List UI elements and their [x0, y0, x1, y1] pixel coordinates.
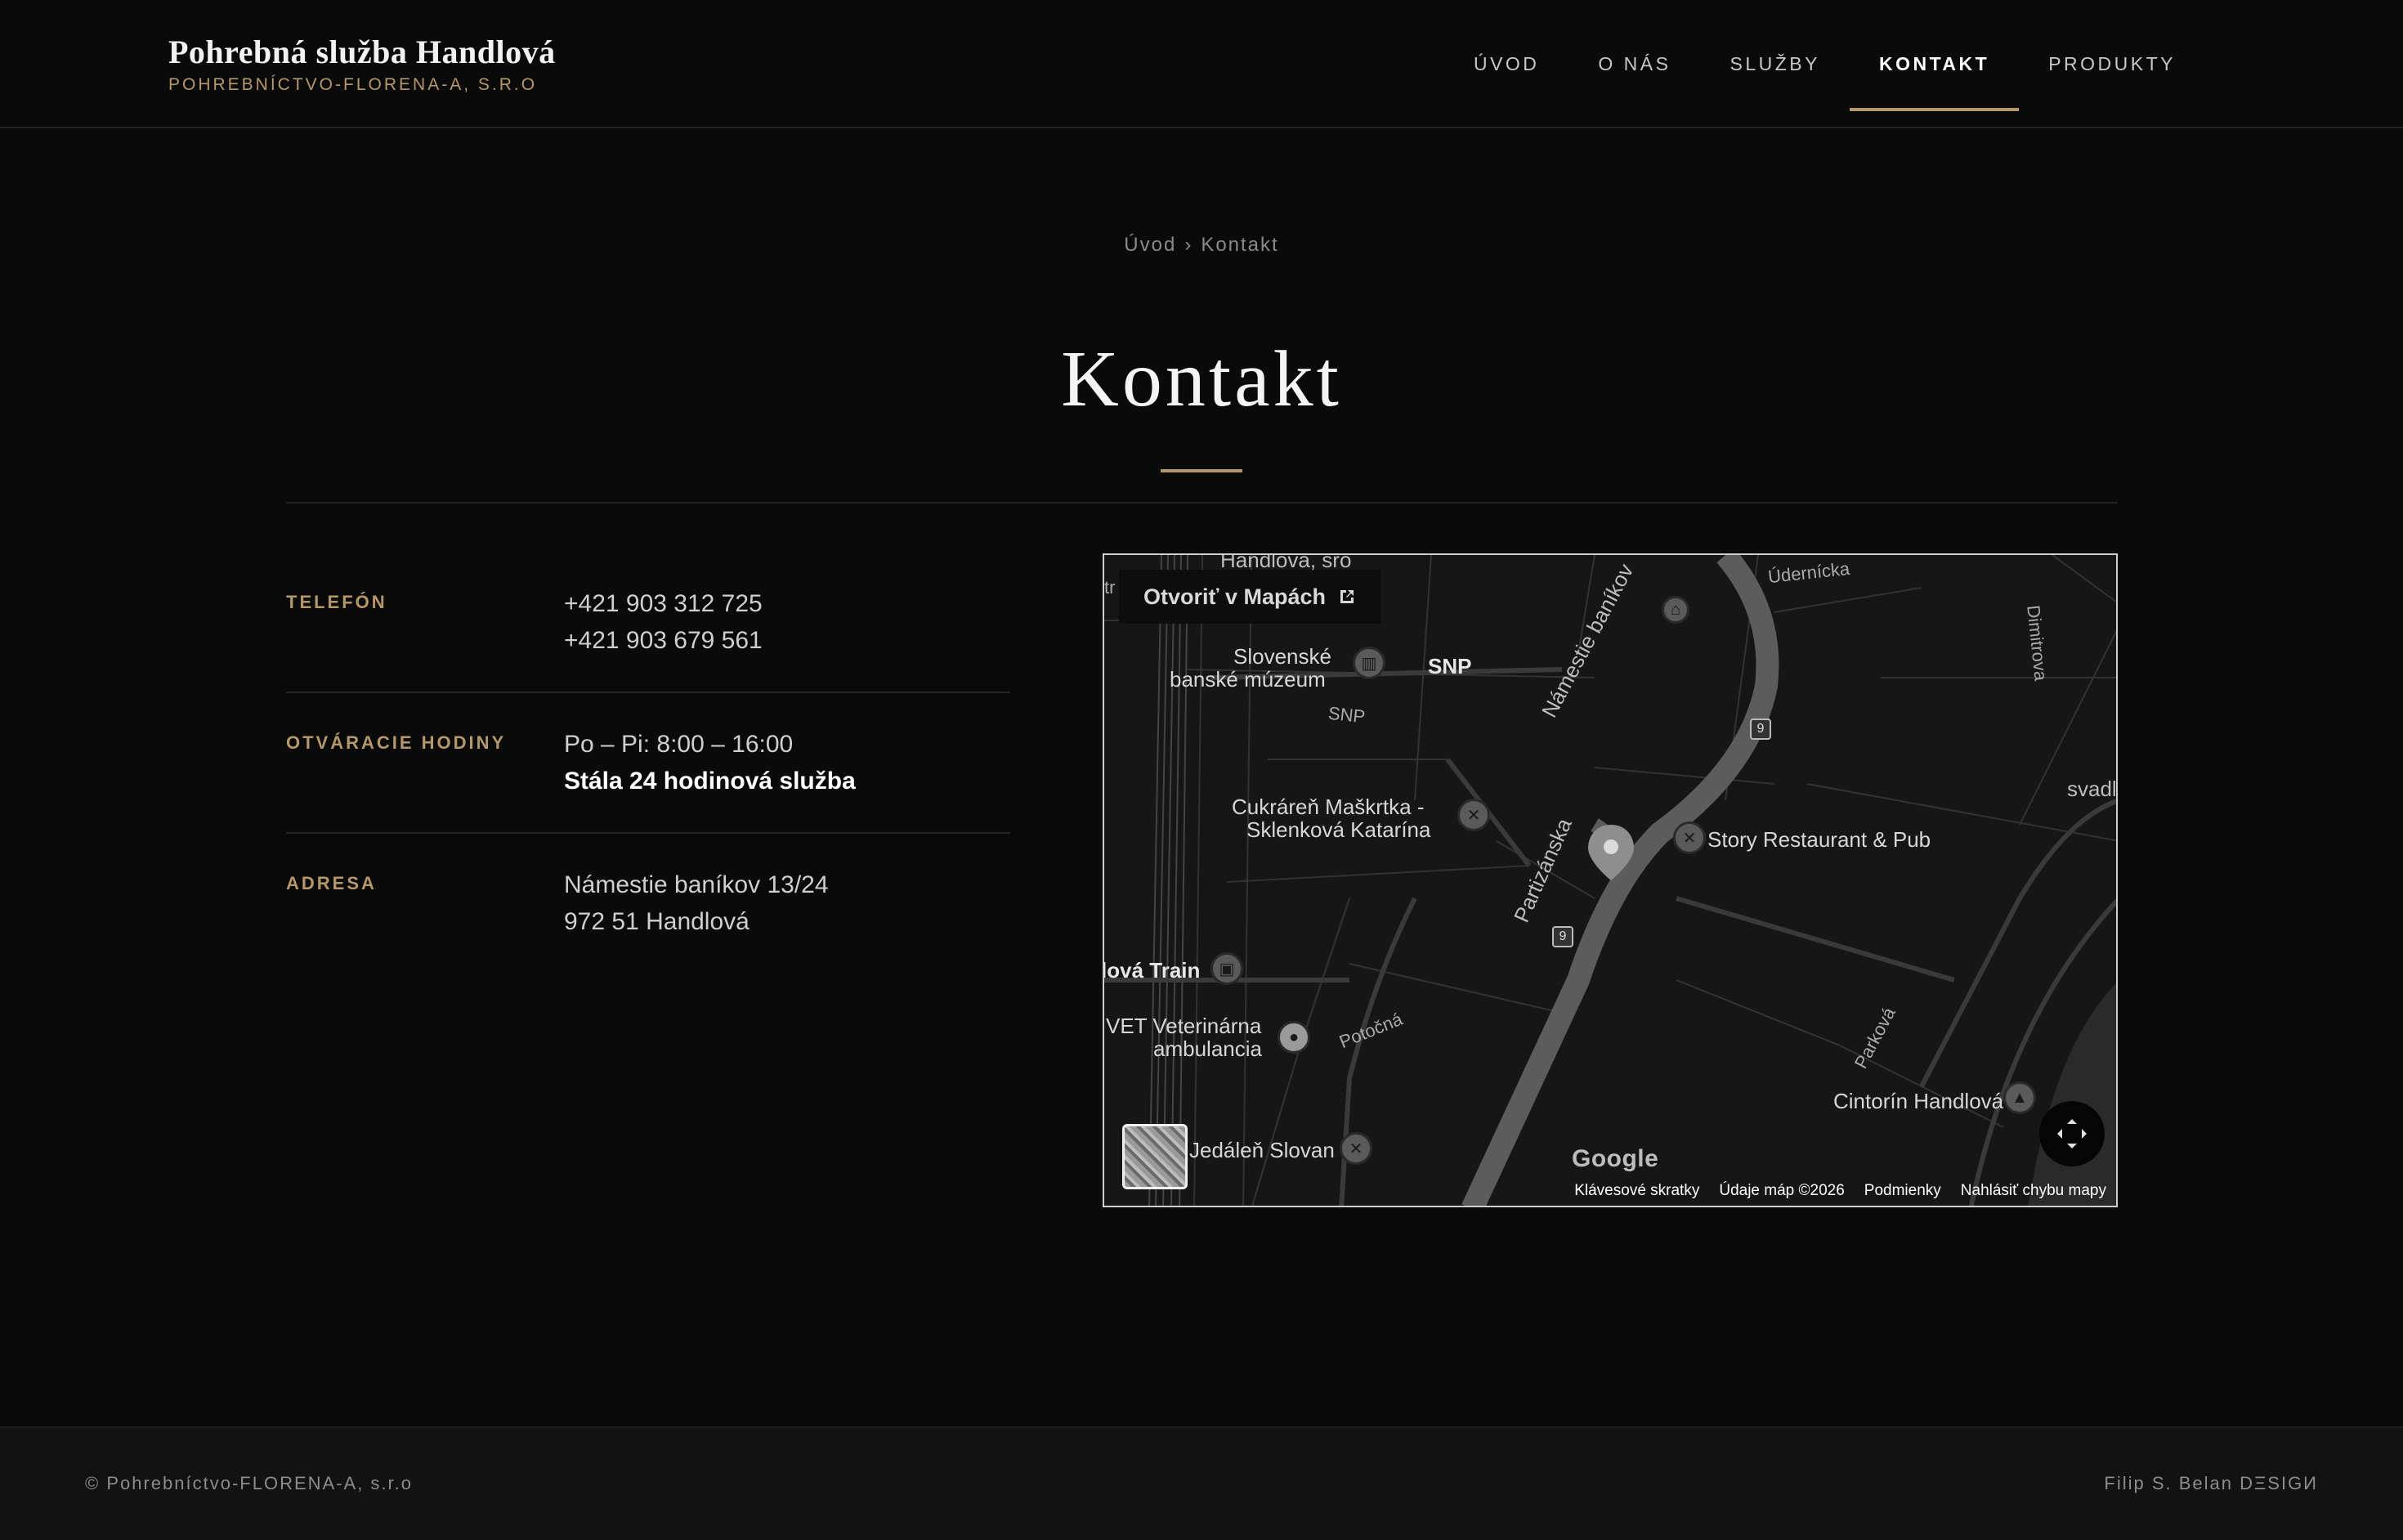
section-divider — [286, 502, 2118, 504]
breadcrumb-home[interactable]: Úvod — [1124, 234, 1176, 256]
contact-row-phone: TELEFÓN +421 903 312 725 +421 903 679 56… — [286, 553, 1010, 693]
restaurant-icon[interactable]: ✕ — [1340, 1132, 1372, 1165]
map-label-cukraren-1: Cukráreň Maškrtka - — [1232, 795, 1425, 819]
route-shield-9-south: 9 — [1552, 926, 1573, 947]
nav-item-o-nas[interactable]: O NÁS — [1568, 0, 1700, 128]
breadcrumb-current: Kontakt — [1201, 234, 1279, 256]
restaurant-icon[interactable]: ✕ — [1457, 799, 1490, 831]
map-label-vet-1: VET Veterinárna — [1106, 1014, 1262, 1038]
map-label-vet-2: ambulancia — [1153, 1036, 1262, 1061]
map-label-jedalen: Jedáleň Slovan — [1189, 1138, 1335, 1162]
breadcrumb: Úvod › Kontakt — [0, 234, 2403, 257]
restaurant-icon[interactable]: ✕ — [1673, 821, 1706, 854]
hours-label: OTVÁRACIE HODINY — [286, 732, 507, 753]
report-error-link[interactable]: Nahlásiť chybu mapy — [1961, 1182, 2106, 1200]
nav-item-kontakt[interactable]: KONTAKT — [1849, 0, 2020, 128]
map-label-train: lová Train — [1103, 958, 1201, 983]
bus-stop-icon[interactable]: ⌂ — [1662, 596, 1689, 624]
phone-label: TELEFÓN — [286, 592, 387, 612]
phone-number-1[interactable]: +421 903 312 725 — [564, 585, 1010, 622]
map-label-snp-street: SNP — [1327, 702, 1367, 727]
contact-row-address: ADRESA Námestie baníkov 13/24 972 51 Han… — [286, 834, 1010, 973]
map-label-snp: SNP — [1428, 654, 1472, 678]
footer-copyright: © Pohrebníctvo-FLORENA-A, s.r.o — [85, 1473, 413, 1493]
page-title: Kontakt — [1061, 335, 1342, 423]
hours-regular: Po – Pi: 8:00 – 16:00 — [564, 731, 794, 758]
contact-details: TELEFÓN +421 903 312 725 +421 903 679 56… — [286, 553, 1010, 973]
address-label: ADRESA — [286, 873, 377, 893]
address-line-2: 972 51 Handlová — [564, 908, 750, 935]
site-footer: © Pohrebníctvo-FLORENA-A, s.r.o Filip S.… — [0, 1426, 2403, 1540]
open-in-maps-button[interactable]: Otvoriť v Mapách — [1119, 570, 1381, 624]
title-accent-line — [1161, 469, 1242, 472]
contact-row-hours: OTVÁRACIE HODINY Po – Pi: 8:00 – 16:00 S… — [286, 693, 1010, 834]
terms-link[interactable]: Podmienky — [1864, 1182, 1941, 1200]
brand-subtitle: POHREBNÍCTVO-FLORENA-A, S.R.O — [168, 75, 538, 94]
map-data-attribution: Údaje máp ©2026 — [1719, 1182, 1845, 1199]
breadcrumb-separator: › — [1184, 234, 1193, 256]
brand[interactable]: Pohrebná služba Handlová POHREBNÍCTVO-FL… — [168, 33, 556, 95]
map-label-cintorin: Cintorín Handlová — [1833, 1089, 2004, 1113]
map-label-story-restaurant: Story Restaurant & Pub — [1707, 827, 1931, 852]
keyboard-shortcuts-link[interactable]: Klávesové skratky — [1574, 1182, 1699, 1200]
nav-item-uvod[interactable]: ÚVOD — [1444, 0, 1568, 128]
open-in-maps-label: Otvoriť v Mapách — [1143, 584, 1326, 609]
map-label-museum-1: Slovenské — [1233, 644, 1331, 669]
external-link-icon — [1340, 590, 1354, 603]
site-header: Pohrebná služba Handlová POHREBNÍCTVO-FL… — [0, 0, 2403, 128]
hours-24h-service: Stála 24 hodinová služba — [564, 768, 856, 795]
address-line-1: Námestie baníkov 13/24 — [564, 871, 829, 898]
nav-item-sluzby[interactable]: SLUŽBY — [1700, 0, 1849, 128]
route-shield-9-north: 9 — [1750, 719, 1771, 740]
train-station-icon[interactable]: ▣ — [1210, 952, 1243, 985]
veterinary-icon[interactable]: ● — [1278, 1021, 1310, 1054]
fullscreen-icon — [2057, 1119, 2087, 1148]
footer-designer-credit[interactable]: Filip S. Belan DΞSIGИ — [2104, 1473, 2318, 1494]
main-nav: ÚVOD O NÁS SLUŽBY KONTAKT PRODUKTY — [1444, 0, 2205, 128]
fullscreen-button[interactable] — [2039, 1101, 2105, 1166]
google-logo: Google — [1572, 1145, 1659, 1172]
cemetery-icon[interactable]: ▲ — [2003, 1081, 2036, 1114]
map-attribution-bar: Klávesové skratky Údaje máp ©2026 Podmie… — [1104, 1176, 2116, 1206]
phone-number-2[interactable]: +421 903 679 561 — [564, 622, 1010, 659]
map-label-top: Handlová, sro — [1220, 553, 1352, 572]
map-label-museum-2: banské múzeum — [1170, 667, 1326, 692]
museum-icon[interactable]: ▥ — [1353, 647, 1385, 679]
embedded-map[interactable]: Otvoriť v Mapách Handlová, sro tr Úderní… — [1103, 553, 2118, 1207]
map-label-tr: tr — [1104, 577, 1116, 598]
nav-item-produkty[interactable]: PRODUKTY — [2019, 0, 2205, 128]
brand-title[interactable]: Pohrebná služba Handlová — [168, 33, 556, 72]
map-label-svadl: svadl — [2067, 777, 2117, 801]
map-label-cukraren-2: Sklenková Katarína — [1246, 817, 1431, 842]
